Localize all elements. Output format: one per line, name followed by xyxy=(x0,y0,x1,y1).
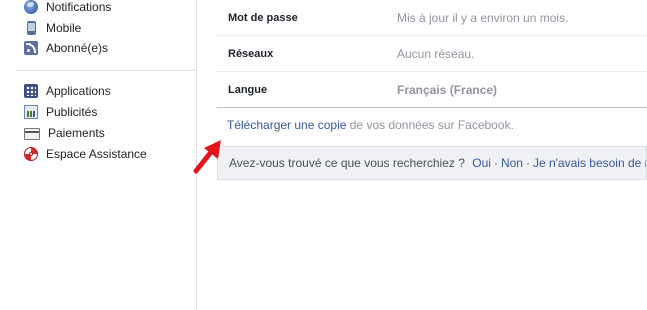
apps-icon xyxy=(24,84,38,98)
sidebar-item-payments[interactable]: Paiements xyxy=(24,124,105,142)
row-value: Mis à jour il y a environ un mois. xyxy=(397,11,569,25)
download-copy-suffix: de vos données sur Facebook. xyxy=(346,118,514,132)
sidebar-item-label: Notifications xyxy=(46,0,112,14)
sidebar-item-label: Applications xyxy=(46,84,111,98)
sidebar: Notifications Mobile Abonné(e)s Applicat… xyxy=(0,0,196,310)
ads-icon xyxy=(24,105,38,119)
feedback-other-link[interactable]: Je n'avais besoin de rien xyxy=(533,156,646,170)
row-value: Aucun réseau. xyxy=(397,47,475,61)
settings-row-password[interactable]: Mot de passe Mis à jour il y a environ u… xyxy=(217,0,647,36)
row-label: Mot de passe xyxy=(228,12,298,24)
settings-table-bottom xyxy=(217,107,647,108)
sidebar-divider xyxy=(16,70,196,71)
sidebar-item-applications[interactable]: Applications xyxy=(24,82,111,100)
sidebar-item-followers[interactable]: Abonné(e)s xyxy=(24,39,108,57)
feedback-question: Avez-vous trouvé ce que vous recherchiez… xyxy=(229,156,465,170)
rss-icon xyxy=(24,41,38,55)
sidebar-item-notifications[interactable]: Notifications xyxy=(24,0,111,16)
sidebar-item-label: Abonné(e)s xyxy=(46,41,109,55)
row-value: Français (France) xyxy=(397,83,498,97)
sidebar-item-label: Mobile xyxy=(46,21,82,35)
mobile-icon xyxy=(27,21,36,35)
settings-row-language[interactable]: Langue Français (France) xyxy=(217,72,647,108)
sidebar-item-support[interactable]: Espace Assistance xyxy=(24,145,147,163)
sidebar-item-ads[interactable]: Publicités xyxy=(24,103,97,121)
card-icon xyxy=(24,128,40,140)
sidebar-item-label: Publicités xyxy=(46,105,98,119)
feedback-no-link[interactable]: Non xyxy=(501,156,523,170)
feedback-yes-link[interactable]: Oui xyxy=(472,156,491,170)
separator-dot: · xyxy=(525,156,530,170)
row-label: Langue xyxy=(228,84,268,96)
sidebar-item-label: Paiements xyxy=(48,126,105,140)
row-label: Réseaux xyxy=(228,48,274,60)
separator-dot: · xyxy=(493,156,498,170)
lifebuoy-icon xyxy=(24,147,38,161)
sidebar-item-label: Espace Assistance xyxy=(46,147,147,161)
globe-icon xyxy=(24,0,38,14)
sidebar-item-mobile[interactable]: Mobile xyxy=(24,19,81,37)
settings-row-networks[interactable]: Réseaux Aucun réseau. xyxy=(217,36,647,72)
download-copy: Télécharger une copie de vos données sur… xyxy=(227,118,514,132)
feedback-bar: Avez-vous trouvé ce que vous recherchiez… xyxy=(217,146,647,180)
download-copy-link[interactable]: Télécharger une copie xyxy=(227,118,346,132)
content-divider xyxy=(196,0,197,310)
